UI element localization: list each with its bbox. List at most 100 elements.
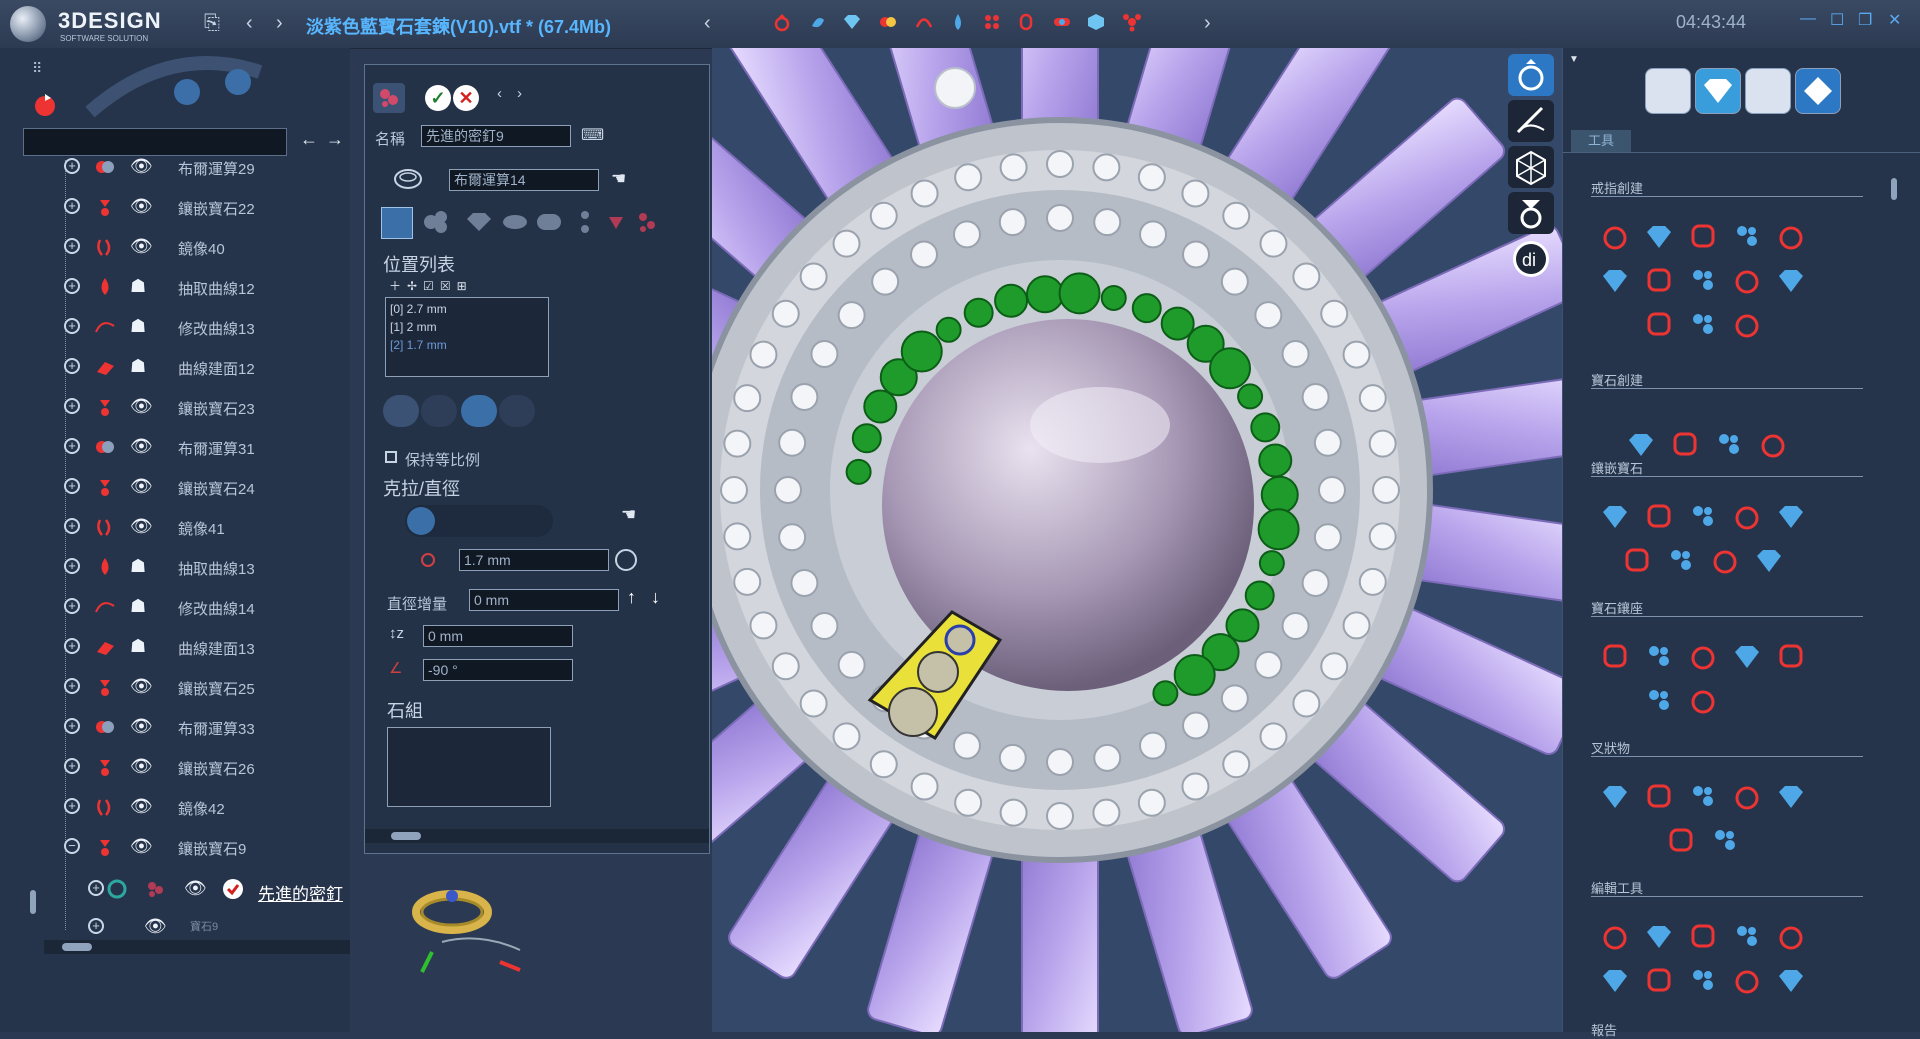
tool-icon[interactable] bbox=[1731, 220, 1763, 252]
tool-icon[interactable] bbox=[1599, 780, 1631, 812]
emerald-gem[interactable] bbox=[900, 330, 943, 373]
3d-viewport[interactable] bbox=[712, 48, 1562, 1032]
emerald-gem[interactable] bbox=[1257, 508, 1300, 551]
pave-diamond[interactable] bbox=[954, 788, 983, 817]
pave-diamond[interactable] bbox=[1281, 612, 1310, 640]
confirm-check-icon[interactable]: ✓ bbox=[425, 85, 451, 111]
emerald-gem[interactable] bbox=[1258, 443, 1293, 478]
tab-render[interactable] bbox=[1795, 68, 1841, 114]
tool-icon[interactable] bbox=[1775, 220, 1807, 252]
pave-diamond[interactable] bbox=[1281, 340, 1310, 368]
scroll-left-icon[interactable]: ‹ bbox=[704, 12, 711, 35]
tree-back-icon[interactable]: ← bbox=[300, 129, 318, 150]
pave-diamond[interactable] bbox=[790, 382, 819, 411]
emerald-gem[interactable] bbox=[851, 423, 882, 454]
minimize-icon[interactable]: — bbox=[1800, 10, 1816, 28]
expand-icon[interactable]: + bbox=[64, 158, 80, 174]
visibility-eye-icon[interactable]: 👁 bbox=[130, 716, 153, 737]
tool-icon[interactable] bbox=[1775, 500, 1807, 532]
tree-row[interactable]: + 👁 布爾運算31 bbox=[56, 428, 306, 468]
position-item[interactable]: [1] 2 mm bbox=[390, 320, 548, 334]
pave-diamond[interactable] bbox=[1139, 731, 1168, 760]
pave-diamond[interactable] bbox=[1368, 429, 1397, 458]
tool-icon[interactable] bbox=[1599, 220, 1631, 252]
prong-tool-icon[interactable] bbox=[1016, 12, 1036, 32]
pave-diamond[interactable] bbox=[799, 262, 828, 291]
tool-icon[interactable] bbox=[1687, 964, 1719, 996]
tree-row[interactable]: + 👁 鏡像40 bbox=[56, 228, 306, 268]
di-view-button[interactable]: di bbox=[1508, 238, 1554, 280]
tool-icon[interactable] bbox=[1775, 264, 1807, 296]
emerald-gem[interactable] bbox=[1160, 306, 1195, 341]
pave-diamond[interactable] bbox=[778, 428, 807, 457]
tree-row[interactable]: + 👁 鑲嵌寶石22 bbox=[56, 188, 306, 228]
pave-diamond[interactable] bbox=[1182, 240, 1210, 269]
twist-tool-icon[interactable] bbox=[808, 12, 828, 32]
tool-icon[interactable] bbox=[1599, 264, 1631, 296]
tool-icon[interactable] bbox=[1687, 684, 1719, 716]
ring-view-button[interactable] bbox=[1508, 54, 1554, 96]
tool-icon[interactable] bbox=[1621, 544, 1653, 576]
visibility-eye-icon[interactable]: 👁 bbox=[130, 436, 153, 457]
emerald-gem[interactable] bbox=[1209, 347, 1252, 390]
pave-diamond[interactable] bbox=[1320, 299, 1349, 328]
visibility-eye-icon[interactable]: 👁 bbox=[130, 756, 153, 777]
layout-chip-diamond[interactable] bbox=[461, 395, 497, 427]
save-icon[interactable]: ⎘ bbox=[204, 12, 220, 35]
tree-vertical-scrollbar[interactable] bbox=[28, 160, 38, 930]
tool-icon[interactable] bbox=[1731, 500, 1763, 532]
pave-diamond[interactable] bbox=[774, 476, 802, 504]
hidden-ghost-icon[interactable]: ☗ bbox=[130, 356, 146, 377]
pave-diamond[interactable] bbox=[749, 340, 778, 369]
restore-icon[interactable]: ❐ bbox=[1858, 10, 1872, 30]
expand-icon[interactable]: + bbox=[64, 798, 80, 814]
hidden-ghost-icon[interactable]: ☗ bbox=[130, 636, 146, 657]
pave-diamond[interactable] bbox=[1182, 711, 1210, 740]
position-item[interactable]: [0] 2.7 mm bbox=[390, 302, 548, 316]
tool-icon[interactable] bbox=[1625, 428, 1657, 460]
pave-diamond[interactable] bbox=[998, 208, 1027, 237]
tool-icon[interactable] bbox=[1599, 500, 1631, 532]
pave-mode-icon[interactable] bbox=[373, 83, 405, 113]
visibility-eye-icon[interactable]: 👁 bbox=[130, 236, 153, 257]
tree-row[interactable]: − 👁 鑲嵌寶石9 bbox=[56, 828, 306, 868]
increment-down-icon[interactable]: ↓ bbox=[651, 587, 660, 608]
emerald-gem[interactable] bbox=[1244, 580, 1275, 611]
increment-up-icon[interactable]: ↑ bbox=[627, 587, 636, 608]
pave-diamond[interactable] bbox=[733, 384, 762, 413]
tool-icon[interactable] bbox=[1757, 428, 1789, 460]
tree-forward-icon[interactable]: → bbox=[326, 129, 344, 150]
tool-icon[interactable] bbox=[1643, 500, 1675, 532]
expand-icon[interactable]: + bbox=[88, 918, 104, 934]
pave-diamond[interactable] bbox=[1222, 201, 1251, 230]
stone-group-list[interactable] bbox=[387, 727, 551, 807]
pave-diamond[interactable] bbox=[910, 772, 939, 801]
pave-diamond[interactable] bbox=[1220, 267, 1249, 296]
name-field[interactable]: 先進的密釘9 bbox=[421, 125, 571, 147]
pave-diamond[interactable] bbox=[790, 569, 819, 598]
hidden-ghost-icon[interactable]: ☗ bbox=[130, 316, 146, 337]
visibility-eye-icon[interactable]: 👁 bbox=[130, 476, 153, 497]
pave-diamond[interactable] bbox=[869, 201, 898, 230]
keep-ratio-checkbox[interactable] bbox=[385, 451, 397, 463]
emerald-gem[interactable] bbox=[863, 389, 898, 424]
expand-icon[interactable]: + bbox=[64, 598, 80, 614]
pave-diamond[interactable] bbox=[999, 153, 1028, 182]
position-list[interactable]: [0] 2.7 mm [1] 2 mm [2] 1.7 mm bbox=[385, 297, 549, 377]
tool-icon[interactable] bbox=[1731, 264, 1763, 296]
pave-diamond[interactable] bbox=[1046, 802, 1074, 830]
position-list-toolbar[interactable]: ＋✢☑☒⊞ bbox=[389, 277, 473, 294]
tool-icon[interactable] bbox=[1643, 920, 1675, 952]
expand-icon[interactable]: + bbox=[64, 358, 80, 374]
tool-icon[interactable] bbox=[1599, 920, 1631, 952]
pave-diamond[interactable] bbox=[1358, 567, 1387, 596]
emerald-gem[interactable] bbox=[963, 297, 994, 328]
bezel-tool-icon[interactable] bbox=[1052, 12, 1072, 32]
tool-icon[interactable] bbox=[1643, 220, 1675, 252]
hidden-ghost-icon[interactable]: ☗ bbox=[130, 556, 146, 577]
tree-row[interactable]: + 👁 鏡像42 bbox=[56, 788, 306, 828]
pave-diamond[interactable] bbox=[1046, 204, 1074, 232]
tree-row[interactable]: + ☗ 抽取曲線12 bbox=[56, 268, 306, 308]
tree-row[interactable]: + ☗ 曲線建面13 bbox=[56, 628, 306, 668]
tree-row[interactable]: + ☗ 曲線建面12 bbox=[56, 348, 306, 388]
